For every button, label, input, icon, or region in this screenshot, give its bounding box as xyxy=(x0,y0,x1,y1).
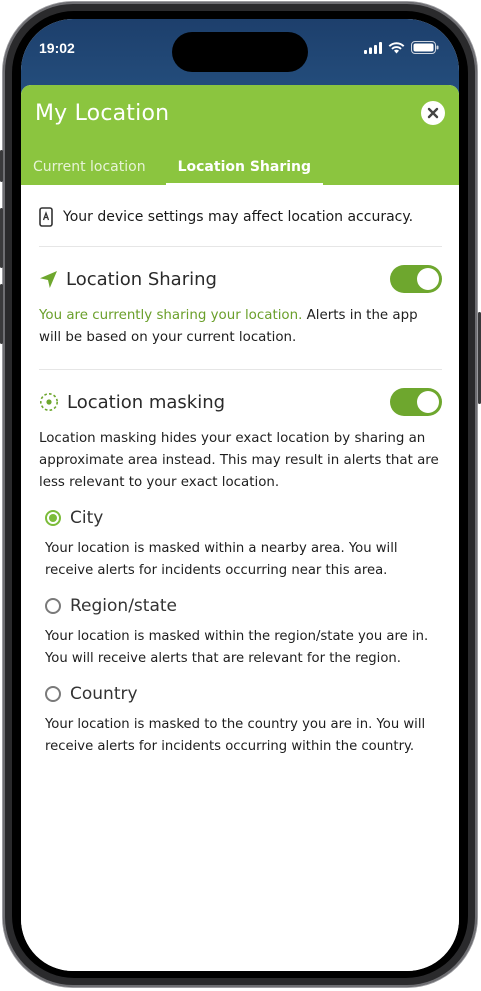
side-button-volume-up xyxy=(0,208,3,268)
side-button-volume-down xyxy=(0,284,3,344)
location-masking-row: Location masking xyxy=(39,388,442,416)
sheet-header: My Location Current location Location Sh… xyxy=(21,85,459,185)
masking-option-country[interactable]: Country Your location is masked to the c… xyxy=(39,684,442,758)
close-button[interactable] xyxy=(421,101,445,125)
location-sharing-label: Location Sharing xyxy=(39,269,217,290)
toggle-knob xyxy=(417,391,439,413)
dynamic-island xyxy=(172,32,308,72)
signal-icon xyxy=(364,41,382,54)
location-sheet: My Location Current location Location Sh… xyxy=(21,85,459,971)
battery-icon xyxy=(411,41,439,54)
radio-region-state[interactable] xyxy=(45,598,61,614)
side-button-action xyxy=(0,150,3,182)
location-sharing-desc: You are currently sharing your location.… xyxy=(39,305,442,349)
location-sharing-section: Location Sharing You are currently shari… xyxy=(39,247,442,370)
option-desc: Your location is masked within a nearby … xyxy=(45,541,398,578)
phone-icon xyxy=(39,207,53,227)
location-masking-title: Location masking xyxy=(67,391,226,413)
location-sharing-toggle[interactable] xyxy=(390,265,442,293)
location-masking-section: Location masking Location masking hides … xyxy=(39,370,442,778)
notice-text: Your device settings may affect location… xyxy=(63,209,414,225)
option-head: City xyxy=(45,508,442,528)
radio-country[interactable] xyxy=(45,686,61,702)
tab-bar: Current location Location Sharing xyxy=(21,151,324,185)
device-settings-notice: Your device settings may affect location… xyxy=(39,185,442,247)
location-masking-toggle[interactable] xyxy=(390,388,442,416)
option-label: Region/state xyxy=(70,596,177,616)
location-sharing-title: Location Sharing xyxy=(66,268,217,290)
option-head: Region/state xyxy=(45,596,442,616)
close-icon xyxy=(427,107,439,119)
location-sharing-row: Location Sharing xyxy=(39,265,442,293)
masking-option-city[interactable]: City Your location is masked within a ne… xyxy=(39,508,442,582)
masking-target-icon xyxy=(40,393,58,411)
location-arrow-icon xyxy=(40,270,57,288)
screen: 19:02 My Location Current location Locat… xyxy=(21,19,459,971)
location-masking-desc: Location masking hides your exact locati… xyxy=(39,431,439,490)
option-desc: Your location is masked to the country y… xyxy=(45,717,426,754)
status-time: 19:02 xyxy=(39,40,75,56)
option-desc: Your location is masked within the regio… xyxy=(45,629,429,666)
toggle-knob xyxy=(417,268,439,290)
status-icons xyxy=(364,41,439,54)
option-head: Country xyxy=(45,684,442,704)
option-label: Country xyxy=(70,684,138,704)
masking-option-region-state[interactable]: Region/state Your location is masked wit… xyxy=(39,596,442,670)
sheet-title: My Location xyxy=(35,101,170,126)
sharing-status-text: You are currently sharing your location. xyxy=(39,308,303,323)
wifi-icon xyxy=(388,41,405,53)
option-label: City xyxy=(70,508,104,528)
radio-city[interactable] xyxy=(45,510,61,526)
tab-current-location[interactable]: Current location xyxy=(21,151,158,183)
tab-location-sharing[interactable]: Location Sharing xyxy=(165,151,324,185)
sheet-content: Your device settings may affect location… xyxy=(21,185,459,778)
location-masking-label: Location masking xyxy=(39,392,225,413)
